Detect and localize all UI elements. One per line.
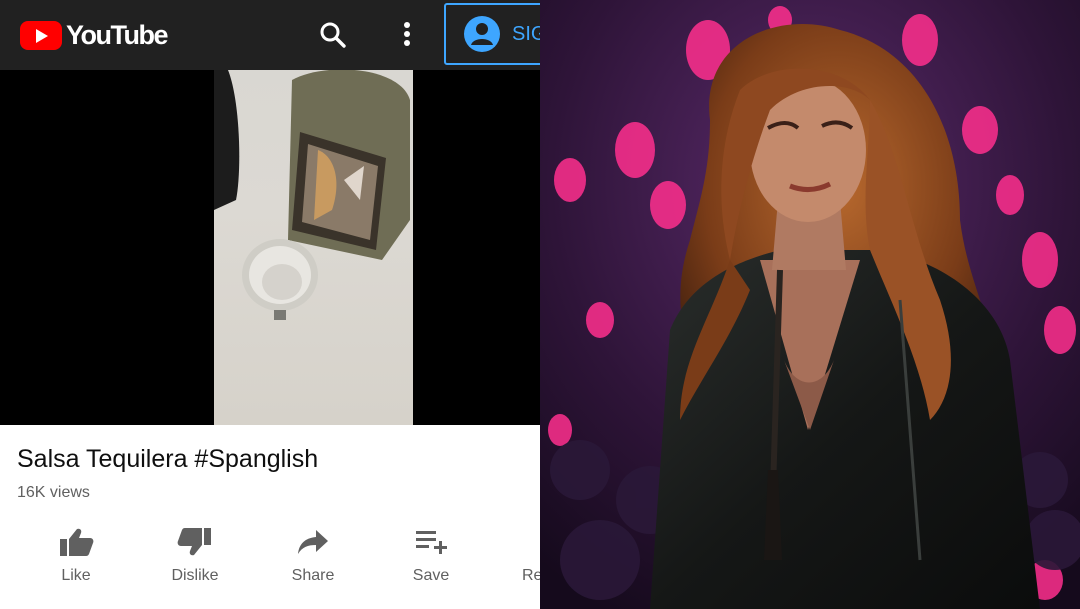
- more-vert-icon: [404, 22, 410, 46]
- youtube-logo[interactable]: YouTube: [20, 19, 168, 50]
- like-label: Like: [61, 567, 91, 584]
- stage-photo-illustration: [540, 0, 1080, 609]
- save-button[interactable]: Save: [391, 523, 471, 593]
- search-icon: [320, 22, 346, 48]
- report-label: Re: [522, 567, 540, 584]
- brand-name: YouTube: [66, 19, 168, 50]
- dislike-button[interactable]: Dislike: [155, 523, 235, 593]
- video-thumbnail-scene: [214, 70, 410, 320]
- share-button[interactable]: Share: [273, 523, 353, 593]
- video-frame: [214, 70, 413, 425]
- top-app-bar: YouTube SIG: [0, 0, 540, 70]
- like-button[interactable]: Like: [36, 523, 116, 593]
- account-icon: [464, 16, 500, 52]
- action-bar: Like Dislike Share Save Re: [0, 523, 540, 593]
- video-info: Salsa Tequilera #Spanglish 16K views Lik…: [0, 425, 540, 609]
- youtube-screenshot: YouTube SIG Salsa Tequilera #Spanglish 1…: [0, 0, 540, 609]
- youtube-play-icon: [20, 20, 62, 50]
- search-button[interactable]: [315, 17, 351, 53]
- playlist-add-icon: [416, 531, 447, 554]
- sign-in-label: SIG: [512, 22, 540, 45]
- thumb-up-icon: [60, 528, 94, 556]
- save-label: Save: [412, 567, 450, 584]
- more-options-button[interactable]: [394, 17, 420, 53]
- video-title[interactable]: Salsa Tequilera #Spanglish: [17, 445, 318, 474]
- video-player[interactable]: [0, 70, 540, 425]
- thumb-down-icon: [177, 528, 211, 556]
- view-count: 16K views: [17, 484, 90, 501]
- sign-in-button[interactable]: SIG: [444, 3, 540, 65]
- performer-photo: [540, 0, 1080, 609]
- share-label: Share: [291, 567, 335, 584]
- share-icon: [298, 530, 328, 554]
- report-icon: [501, 527, 539, 557]
- report-button[interactable]: Re: [500, 523, 540, 593]
- dislike-label: Dislike: [171, 567, 219, 584]
